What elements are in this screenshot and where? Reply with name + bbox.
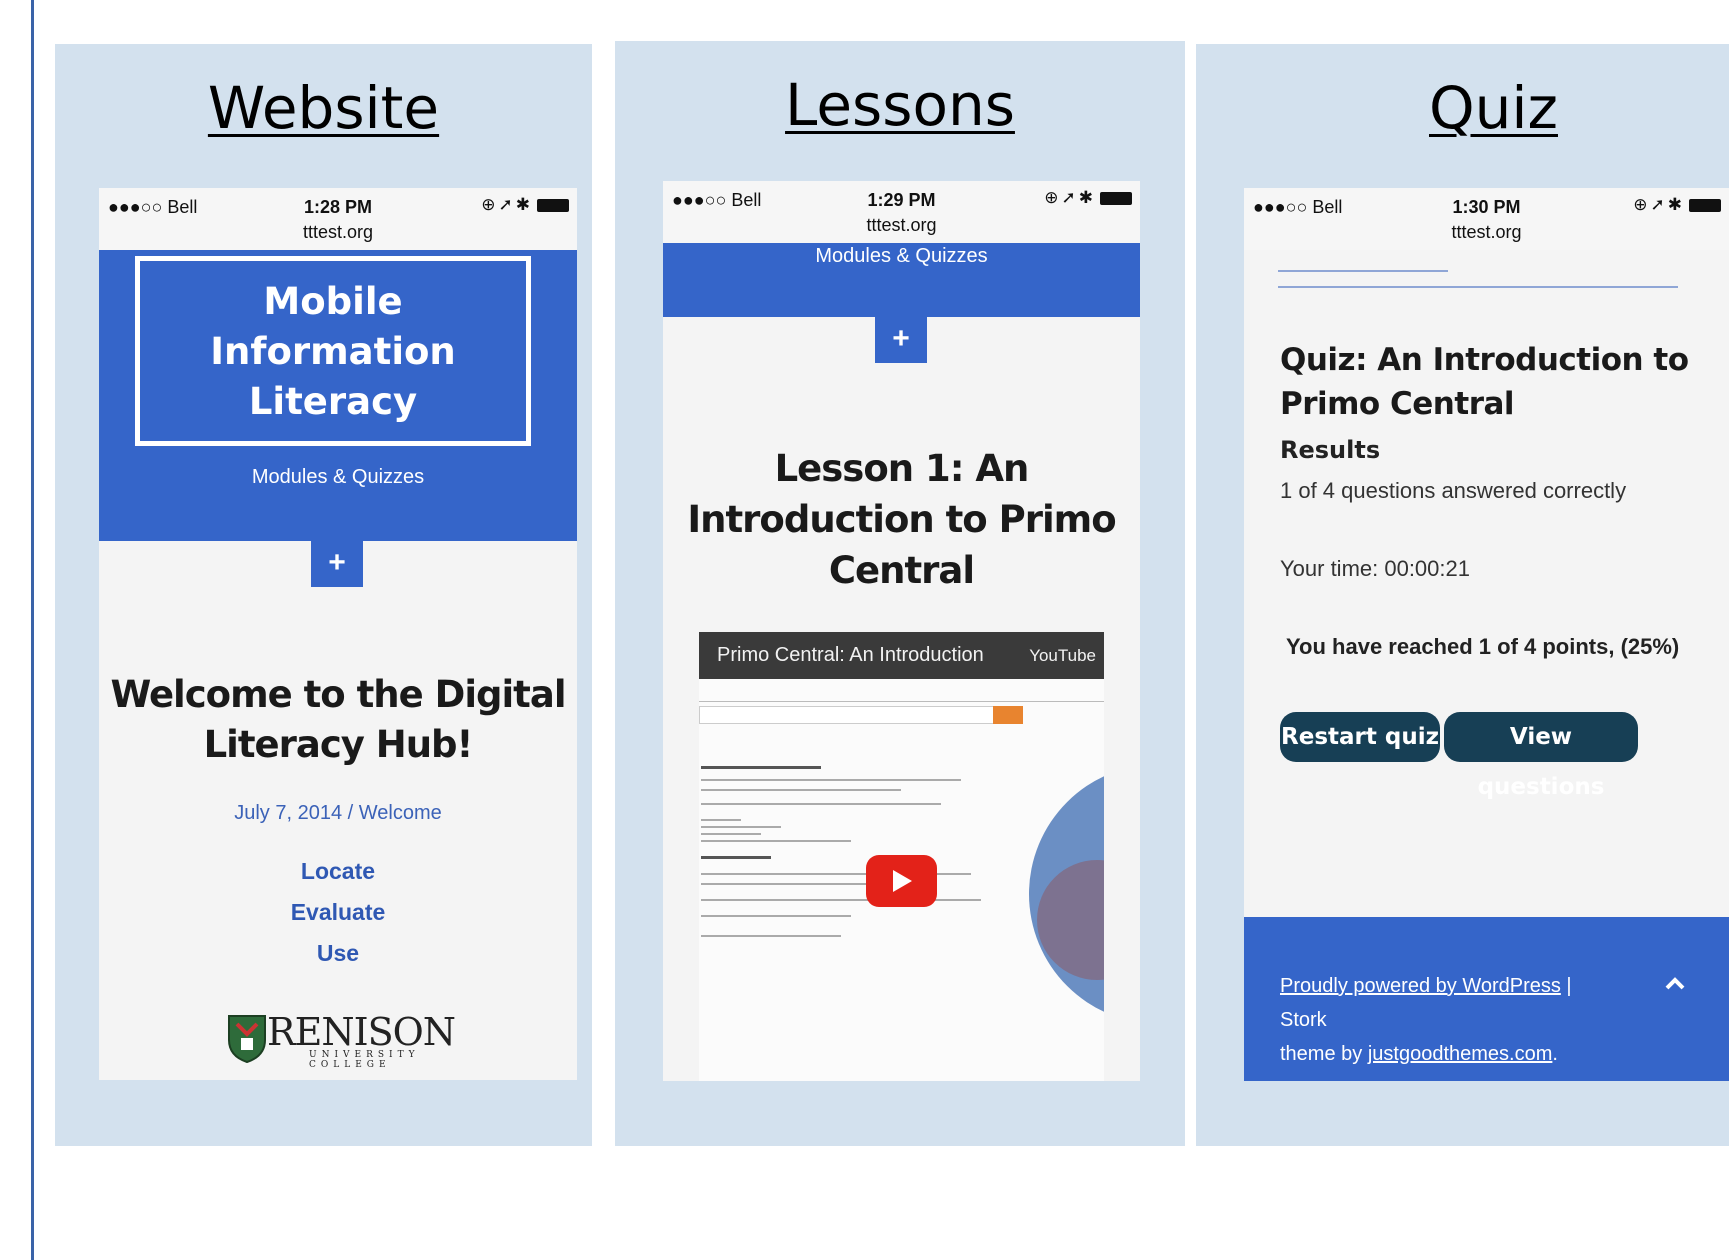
quiz-title-line-1: Quiz: An Introduction to bbox=[1280, 342, 1689, 378]
battery-icon bbox=[1100, 192, 1132, 206]
college-name: RENISON bbox=[267, 1010, 456, 1054]
video-source[interactable]: YouTube bbox=[1029, 632, 1096, 679]
link-use[interactable]: Use bbox=[99, 940, 577, 967]
play-button[interactable] bbox=[866, 855, 937, 907]
menu-toggle-button[interactable]: + bbox=[875, 317, 927, 363]
link-locate[interactable]: Locate bbox=[99, 858, 577, 885]
site-footer: Proudly powered by WordPress | Stork the… bbox=[1244, 917, 1729, 1081]
link-use-text[interactable]: Use bbox=[317, 940, 359, 966]
location-icon: ➚ bbox=[498, 195, 516, 214]
video-thumbnail-nav bbox=[699, 687, 1104, 702]
restart-quiz-button[interactable]: Restart quiz bbox=[1280, 712, 1440, 762]
status-bar: ●●●○○ Bell 1:28 PM ⊕➚✱ tttest.org bbox=[99, 188, 577, 250]
shield-icon bbox=[228, 1015, 266, 1064]
address-bar-url[interactable]: tttest.org bbox=[663, 215, 1140, 236]
college-subname: UNIVERSITY COLLEGE bbox=[309, 1050, 420, 1070]
phone-screenshot-quiz: ●●●○○ Bell 1:30 PM ⊕➚✱ tttest.org Quiz: … bbox=[1244, 188, 1729, 1081]
status-icons: ⊕➚✱ bbox=[1633, 195, 1721, 215]
bluetooth-icon: ✱ bbox=[515, 195, 533, 214]
time-taken: Your time: 00:00:21 bbox=[1280, 556, 1470, 581]
link-locate-text[interactable]: Locate bbox=[301, 858, 375, 884]
panel-quiz: Quiz ●●●○○ Bell 1:30 PM ⊕➚✱ tttest.org Q… bbox=[1196, 44, 1729, 1146]
lock-icon: ⊕ bbox=[1633, 195, 1651, 214]
footer-credits: Proudly powered by WordPress | Stork the… bbox=[1280, 969, 1620, 1071]
video-title[interactable]: Primo Central: An Introduction bbox=[717, 632, 984, 679]
logo-line-1: Mobile bbox=[263, 280, 403, 323]
blurred-nav-strip bbox=[1278, 264, 1688, 298]
address-bar-url[interactable]: tttest.org bbox=[99, 222, 577, 243]
status-bar: ●●●○○ Bell 1:29 PM ⊕➚✱ tttest.org bbox=[663, 181, 1140, 243]
answered-count: 1 of 4 questions answered correctly bbox=[1280, 478, 1627, 503]
bluetooth-icon: ✱ bbox=[1667, 195, 1685, 214]
site-logo[interactable]: Mobile Information Literacy bbox=[135, 256, 531, 446]
menu-toggle-button[interactable]: + bbox=[311, 541, 363, 587]
lesson-title[interactable]: Lesson 1: An Introduction to Primo Centr… bbox=[663, 443, 1140, 596]
panel-website: Website ●●●○○ Bell 1:28 PM ⊕➚✱ tttest.or… bbox=[55, 44, 592, 1146]
battery-icon bbox=[1689, 199, 1721, 213]
logo-line-2: Information bbox=[210, 330, 456, 373]
panel-title-lessons: Lessons bbox=[785, 71, 1015, 139]
quiz-title-line-2: Primo Central bbox=[1280, 386, 1515, 422]
post-title-line-2: Literacy Hub! bbox=[203, 723, 474, 766]
post-title-line-1: Welcome to the Digital bbox=[110, 673, 566, 716]
lesson-title-line-2: Introduction to Primo bbox=[687, 498, 1116, 541]
panel-lessons: Lessons ●●●○○ Bell 1:29 PM ⊕➚✱ tttest.or… bbox=[615, 41, 1185, 1146]
link-evaluate-text[interactable]: Evaluate bbox=[291, 899, 386, 925]
points-reached: You have reached 1 of 4 points, (25%) bbox=[1286, 634, 1680, 659]
status-icons: ⊕➚✱ bbox=[481, 195, 569, 215]
video-thumbnail-searchbutton bbox=[993, 706, 1023, 724]
video-title-bar: Primo Central: An Introduction YouTube bbox=[699, 632, 1104, 679]
video-thumbnail-searchbar bbox=[699, 706, 995, 724]
video-player[interactable]: Primo Central: An Introduction YouTube bbox=[699, 632, 1104, 1081]
site-header: Mobile Information Literacy Modules & Qu… bbox=[99, 250, 577, 541]
logo-line-3: Literacy bbox=[248, 380, 418, 423]
phone-screenshot-lessons: ●●●○○ Bell 1:29 PM ⊕➚✱ tttest.org Module… bbox=[663, 181, 1140, 1081]
chevron-up-icon[interactable] bbox=[1664, 975, 1686, 991]
panel-title-quiz: Quiz bbox=[1429, 74, 1558, 142]
post-meta[interactable]: July 7, 2014 / Welcome bbox=[99, 802, 577, 825]
lesson-title-line-1: Lesson 1: An bbox=[774, 447, 1030, 490]
wordpress-link[interactable]: Proudly powered by WordPress bbox=[1280, 975, 1561, 997]
site-header: Modules & Quizzes bbox=[663, 243, 1140, 317]
link-evaluate[interactable]: Evaluate bbox=[99, 899, 577, 926]
play-icon bbox=[893, 870, 912, 892]
lesson-title-line-3: Central bbox=[828, 549, 975, 592]
location-icon: ➚ bbox=[1061, 188, 1079, 207]
view-questions-button[interactable]: View questions bbox=[1444, 712, 1638, 800]
justgoodthemes-link[interactable]: justgoodthemes.com bbox=[1368, 1043, 1553, 1065]
panel-title-website: Website bbox=[207, 74, 440, 142]
results-label: Results bbox=[1280, 436, 1381, 464]
phone-screenshot-website: ●●●○○ Bell 1:28 PM ⊕➚✱ tttest.org Mobile… bbox=[99, 188, 577, 1080]
lock-icon: ⊕ bbox=[481, 195, 499, 214]
lock-icon: ⊕ bbox=[1044, 188, 1062, 207]
bluetooth-icon: ✱ bbox=[1078, 188, 1096, 207]
site-tagline: Modules & Quizzes bbox=[251, 466, 425, 488]
college-logo: RENISON UNIVERSITY COLLEGE bbox=[227, 1012, 456, 1070]
site-tagline: Modules & Quizzes bbox=[815, 245, 988, 267]
address-bar-url[interactable]: tttest.org bbox=[1244, 222, 1729, 243]
battery-icon bbox=[537, 199, 569, 213]
status-bar: ●●●○○ Bell 1:30 PM ⊕➚✱ tttest.org bbox=[1244, 188, 1729, 250]
video-thumbnail-text bbox=[701, 756, 981, 955]
quiz-title[interactable]: Quiz: An Introduction to Primo Central bbox=[1280, 338, 1689, 426]
post-title[interactable]: Welcome to the Digital Literacy Hub! bbox=[99, 670, 577, 770]
footer-theme-by: theme by bbox=[1280, 1043, 1368, 1065]
status-icons: ⊕➚✱ bbox=[1044, 188, 1132, 208]
left-border-line bbox=[31, 0, 34, 1260]
location-icon: ➚ bbox=[1650, 195, 1668, 214]
footer-period: . bbox=[1552, 1043, 1558, 1065]
